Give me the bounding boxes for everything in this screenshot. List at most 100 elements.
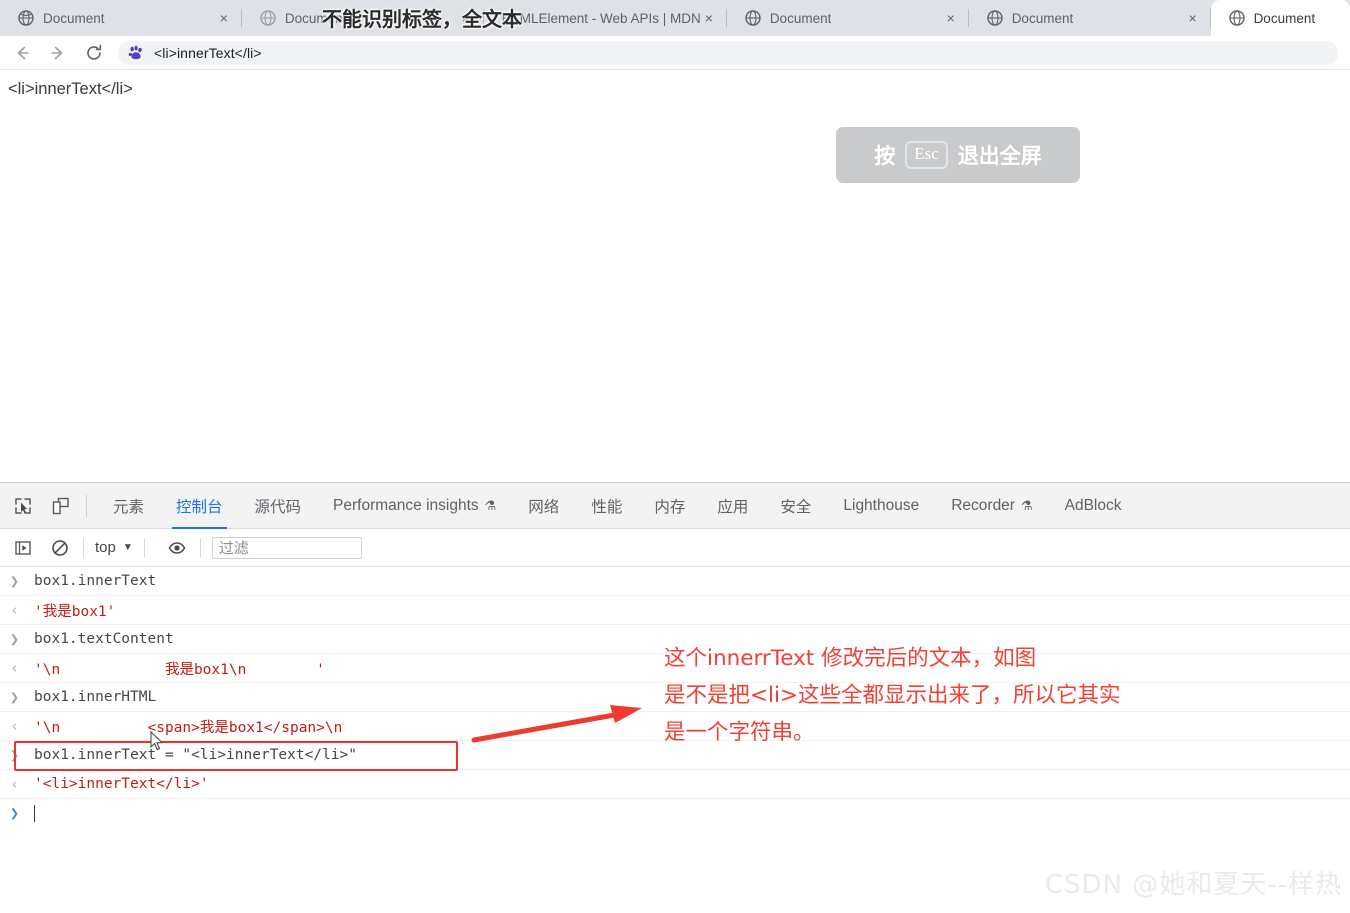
console-result: '我是box1': [34, 603, 116, 620]
tab-console[interactable]: 控制台: [160, 483, 239, 529]
tab-label: Performance insights: [333, 496, 479, 514]
tab-label: 源代码: [254, 498, 302, 516]
tab-application[interactable]: 应用: [701, 483, 764, 529]
output-marker-icon: ‹: [10, 600, 20, 619]
execute-snippet-icon[interactable]: [9, 534, 37, 562]
toast-suffix-label: 退出全屏: [957, 144, 1042, 168]
input-marker-icon: ❯: [10, 571, 20, 590]
input-marker-icon: ❯: [10, 745, 20, 764]
prompt-marker-icon: ❯: [10, 804, 20, 822]
execution-context-select[interactable]: top ▼: [93, 539, 135, 556]
tab-label: 元素: [113, 498, 145, 516]
arrow-left-icon: [17, 46, 29, 59]
browser-tab-5[interactable]: Document ×: [969, 0, 1211, 36]
tab-network[interactable]: 网络: [512, 483, 575, 529]
live-expression-eye-icon[interactable]: [163, 534, 191, 562]
address-bar-text: <li>innerText</li>: [154, 44, 262, 61]
browser-tab-label: HTMLElement - Web APIs | MDN: [501, 10, 701, 26]
experiment-beaker-icon: ⚗: [1020, 497, 1033, 513]
input-marker-icon: ❯: [10, 687, 20, 706]
browser-toolbar: <li>innerText</li>: [0, 36, 1350, 70]
tab-label: Lighthouse: [843, 496, 920, 514]
esc-key-badge: Esc: [905, 141, 948, 169]
browser-window: Document × Document × HTMLElement - Web …: [0, 0, 1350, 913]
tab-performance[interactable]: 性能: [575, 483, 638, 529]
text-caret: [34, 805, 35, 822]
tab-security[interactable]: 安全: [764, 483, 827, 529]
browser-tab-label: Document: [1011, 10, 1074, 26]
browser-tab-label: Document: [43, 10, 105, 26]
mouse-cursor-icon: [150, 731, 164, 751]
console-output-row: ‹ '<li>innerText</li>': [0, 770, 1350, 799]
tab-label: Recorder: [951, 496, 1015, 514]
filterbar-divider: [143, 537, 145, 558]
annotation-line-3: 是一个字符串。: [664, 720, 815, 745]
clear-console-icon[interactable]: [46, 534, 74, 562]
tab-label: 性能: [591, 498, 623, 516]
inspect-element-icon[interactable]: [8, 491, 38, 521]
browser-tab-strip: Document × Document × HTMLElement - Web …: [0, 0, 1350, 36]
back-button[interactable]: [8, 39, 36, 67]
console-prompt-row[interactable]: ❯: [0, 799, 1350, 828]
tab-close-icon[interactable]: ×: [943, 10, 959, 26]
console-expression: box1.innerText: [34, 573, 157, 589]
output-marker-icon: ‹: [10, 774, 20, 793]
tab-label: 应用: [717, 498, 749, 516]
tab-sources[interactable]: 源代码: [239, 483, 318, 529]
address-bar[interactable]: <li>innerText</li>: [118, 40, 1338, 65]
toast-prefix-label: 按: [874, 144, 896, 168]
forward-button[interactable]: [44, 39, 72, 67]
filterbar-divider: [83, 537, 84, 558]
globe-icon: [1228, 10, 1245, 26]
burned-in-overlay-text: 不能识别标签，全文本: [322, 7, 522, 31]
annotation-text: 这个innerrText 修改完后的文本，如图 是不是把<li>这些全都显示出来…: [664, 640, 1120, 751]
tab-elements[interactable]: 元素: [97, 483, 160, 529]
tab-close-icon[interactable]: ×: [1185, 10, 1201, 26]
fullscreen-exit-toast: 按 Esc 退出全屏: [836, 127, 1080, 183]
console-expression: box1.innerText = "<li>innerText</li>": [34, 747, 358, 763]
console-filter-placeholder: 过滤: [218, 540, 249, 557]
chevron-down-icon: ▼: [122, 542, 133, 553]
globe-icon: [260, 10, 276, 26]
console-filter-bar: top ▼ 过滤: [0, 529, 1350, 567]
tab-close-icon[interactable]: ×: [216, 10, 232, 26]
browser-tab-label: Document: [1253, 10, 1316, 26]
device-toolbar-icon[interactable]: [46, 491, 76, 521]
console-result: '<li>innerText</li>': [34, 776, 209, 792]
globe-icon: [986, 10, 1003, 26]
annotation-line-1: 这个innerrText 修改完后的文本，如图: [664, 646, 1037, 671]
page-viewport: <li>innerText</li> 按 Esc 退出全屏: [0, 70, 1350, 482]
browser-tab-4[interactable]: Document ×: [727, 0, 969, 36]
browser-tab-1[interactable]: Document ×: [0, 0, 242, 36]
baidu-paw-icon: [128, 45, 144, 61]
csdn-watermark: CSDN @她和夏天--样热: [1044, 870, 1342, 900]
tab-close-icon[interactable]: ×: [701, 10, 717, 26]
tab-lighthouse[interactable]: Lighthouse: [827, 483, 935, 529]
tab-performance-insights[interactable]: Performance insights ⚗: [317, 483, 512, 529]
tab-label: AdBlock: [1064, 496, 1122, 514]
browser-tab-6-active[interactable]: Document: [1210, 0, 1350, 36]
console-expression: box1.innerHTML: [34, 689, 157, 705]
output-marker-icon: ‹: [10, 658, 20, 677]
browser-tab-label: Document: [769, 10, 832, 26]
tab-adblock[interactable]: AdBlock: [1049, 483, 1138, 529]
console-filter-input[interactable]: 过滤: [211, 536, 362, 559]
output-marker-icon: ‹: [10, 716, 20, 735]
tab-label: 控制台: [176, 498, 223, 516]
console-input-row[interactable]: ❯ box1.innerText: [0, 567, 1350, 596]
reload-button[interactable]: [80, 39, 108, 67]
tab-label: 内存: [654, 498, 686, 516]
arrow-right-icon: [51, 46, 63, 59]
globe-icon: [18, 10, 34, 26]
console-result: '\n <span>我是box1</span>\n: [34, 719, 343, 736]
tab-recorder[interactable]: Recorder ⚗: [935, 483, 1048, 529]
input-marker-icon: ❯: [10, 629, 20, 648]
toolbar-divider: [86, 494, 87, 517]
red-arrow-annotation: [471, 705, 642, 743]
filterbar-divider: [199, 537, 201, 558]
tab-memory[interactable]: 内存: [638, 483, 701, 529]
execution-context-label: top: [95, 539, 116, 556]
page-body-text: <li>innerText</li>: [8, 80, 133, 98]
tab-label: 网络: [528, 498, 560, 516]
experiment-beaker-icon: ⚗: [484, 497, 497, 513]
